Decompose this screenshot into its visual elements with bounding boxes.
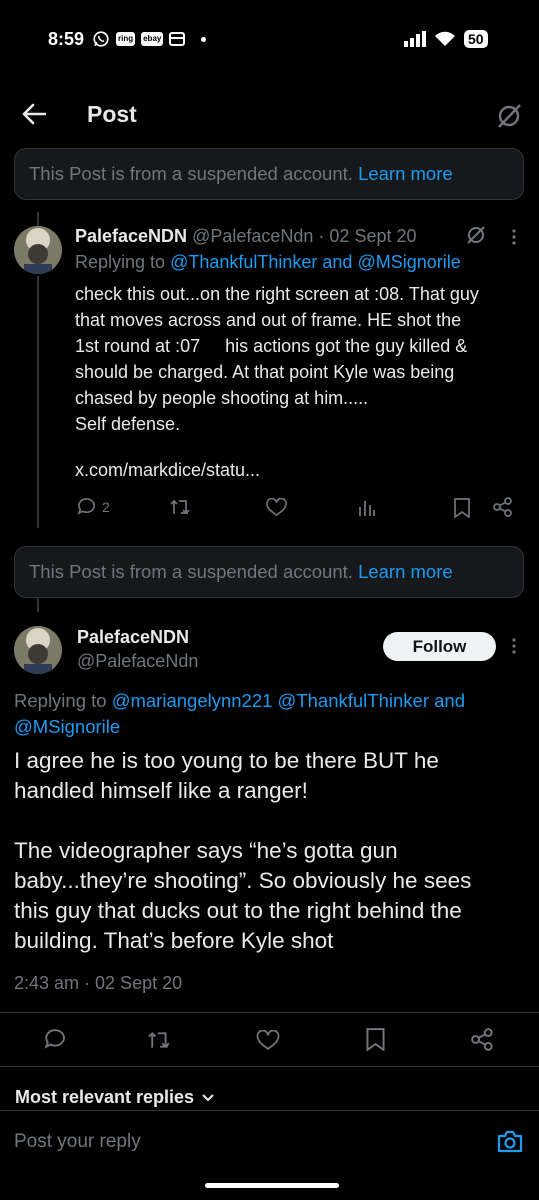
replying-prefix: Replying to — [14, 690, 107, 711]
learn-more-link[interactable]: Learn more — [358, 163, 453, 184]
replying-to: Replying to @mariangelynn221 @ThankfulTh… — [14, 688, 465, 740]
chevron-down-icon — [202, 1093, 214, 1101]
post-line: The videographer says “he’s gotta gun — [14, 838, 398, 863]
follow-button[interactable]: Follow — [383, 632, 496, 661]
status-time: 8:59 — [48, 29, 85, 49]
page-title: Post — [87, 101, 137, 127]
avatar[interactable] — [14, 226, 62, 274]
reply-input[interactable]: Post your reply — [14, 1131, 141, 1153]
views-icon[interactable] — [358, 499, 376, 516]
reply-icon[interactable] — [44, 1028, 66, 1050]
post-line: Self defense. — [75, 414, 181, 434]
post-line: 1st round at :07 his actions got the guy… — [75, 336, 468, 356]
thread-line — [37, 276, 39, 528]
avatar[interactable] — [14, 626, 62, 674]
repost-icon[interactable] — [170, 498, 192, 516]
post-header: PalefaceNDN @PalefaceNdn · 02 Sept 20 — [75, 226, 417, 247]
camera-icon[interactable] — [497, 1130, 523, 1153]
replying-to: Replying to @ThankfulThinker and @MSigno… — [75, 252, 461, 273]
suspended-text: This Post is from a suspended account. — [29, 561, 353, 582]
like-icon[interactable] — [256, 1030, 280, 1051]
bookmark-icon[interactable] — [366, 1028, 385, 1051]
post-line — [14, 806, 524, 836]
like-icon[interactable] — [266, 498, 287, 517]
repost-icon[interactable] — [147, 1030, 173, 1050]
learn-more-link[interactable]: Learn more — [358, 561, 453, 582]
reply-count: 2 — [102, 498, 110, 515]
replies-filter[interactable]: Most relevant replies — [15, 1087, 214, 1108]
whatsapp-icon — [93, 31, 109, 47]
ring-badge: ring — [116, 32, 136, 46]
replies-filter-label: Most relevant replies — [15, 1087, 195, 1107]
post-body: check this out...on the right screen at … — [75, 281, 525, 437]
divider — [0, 1110, 539, 1111]
grok-icon[interactable] — [466, 225, 486, 245]
post-link[interactable]: x.com/markdice/statu... — [75, 457, 260, 483]
thread-line — [37, 598, 39, 612]
battery-icon: 50 — [464, 30, 488, 48]
post-line: chased by people shooting at him..... — [75, 388, 369, 408]
divider — [0, 1012, 539, 1013]
wallet-icon — [169, 32, 186, 46]
post-body: I agree he is too young to be there BUT … — [14, 746, 524, 956]
ebay-badge: ebay — [141, 32, 164, 46]
back-arrow-icon[interactable] — [22, 103, 46, 125]
suspended-text: This Post is from a suspended account. — [29, 163, 353, 184]
status-right: 50 — [404, 30, 488, 48]
author-meta: @PalefaceNdn · 02 Sept 20 — [192, 226, 417, 246]
share-icon[interactable] — [493, 497, 513, 517]
author-handle[interactable]: @PalefaceNdn — [77, 651, 198, 672]
bookmark-icon[interactable] — [454, 498, 470, 518]
suspended-notice: This Post is from a suspended account. L… — [14, 148, 524, 200]
home-indicator[interactable] — [205, 1183, 339, 1188]
replying-handles[interactable]: @ThankfulThinker and @MSignorile — [170, 252, 461, 272]
replying-prefix: Replying to — [75, 252, 166, 272]
post-line: building. That’s before Kyle shot — [14, 928, 334, 953]
post-line: this guy that ducks out to the right beh… — [14, 898, 462, 923]
post-timestamp: 2:43 am · 02 Sept 20 — [14, 973, 183, 993]
thread-line — [37, 212, 39, 226]
replying-handles[interactable]: @MSignorile — [14, 714, 465, 740]
author-name[interactable]: PalefaceNDN — [75, 226, 187, 246]
post-line: baby...they’re shooting”. So obviously h… — [14, 868, 472, 893]
wifi-icon — [435, 31, 455, 46]
post-line: I agree he is too young to be there BUT … — [14, 748, 439, 773]
post-line: that moves across and out of frame. HE s… — [75, 310, 462, 330]
notification-dot-icon — [201, 36, 207, 42]
signal-icon — [404, 31, 426, 47]
grok-icon[interactable] — [496, 103, 522, 129]
post-line: handled himself like a ranger! — [14, 778, 308, 803]
replying-handles[interactable]: @mariangelynn221 @ThankfulThinker and — [112, 690, 465, 711]
divider — [0, 1066, 539, 1067]
reply-button[interactable]: 2 — [77, 497, 110, 516]
more-options-icon[interactable] — [511, 638, 517, 654]
share-icon[interactable] — [471, 1028, 494, 1051]
suspended-notice: This Post is from a suspended account. L… — [14, 546, 524, 598]
status-icons: ring ebay — [92, 30, 207, 48]
author-name[interactable]: PalefaceNDN — [77, 627, 189, 648]
post-line: check this out...on the right screen at … — [75, 284, 479, 304]
post-line: should be charged. At that point Kyle wa… — [75, 362, 455, 382]
more-options-icon[interactable] — [511, 229, 517, 245]
reply-icon — [77, 498, 95, 515]
